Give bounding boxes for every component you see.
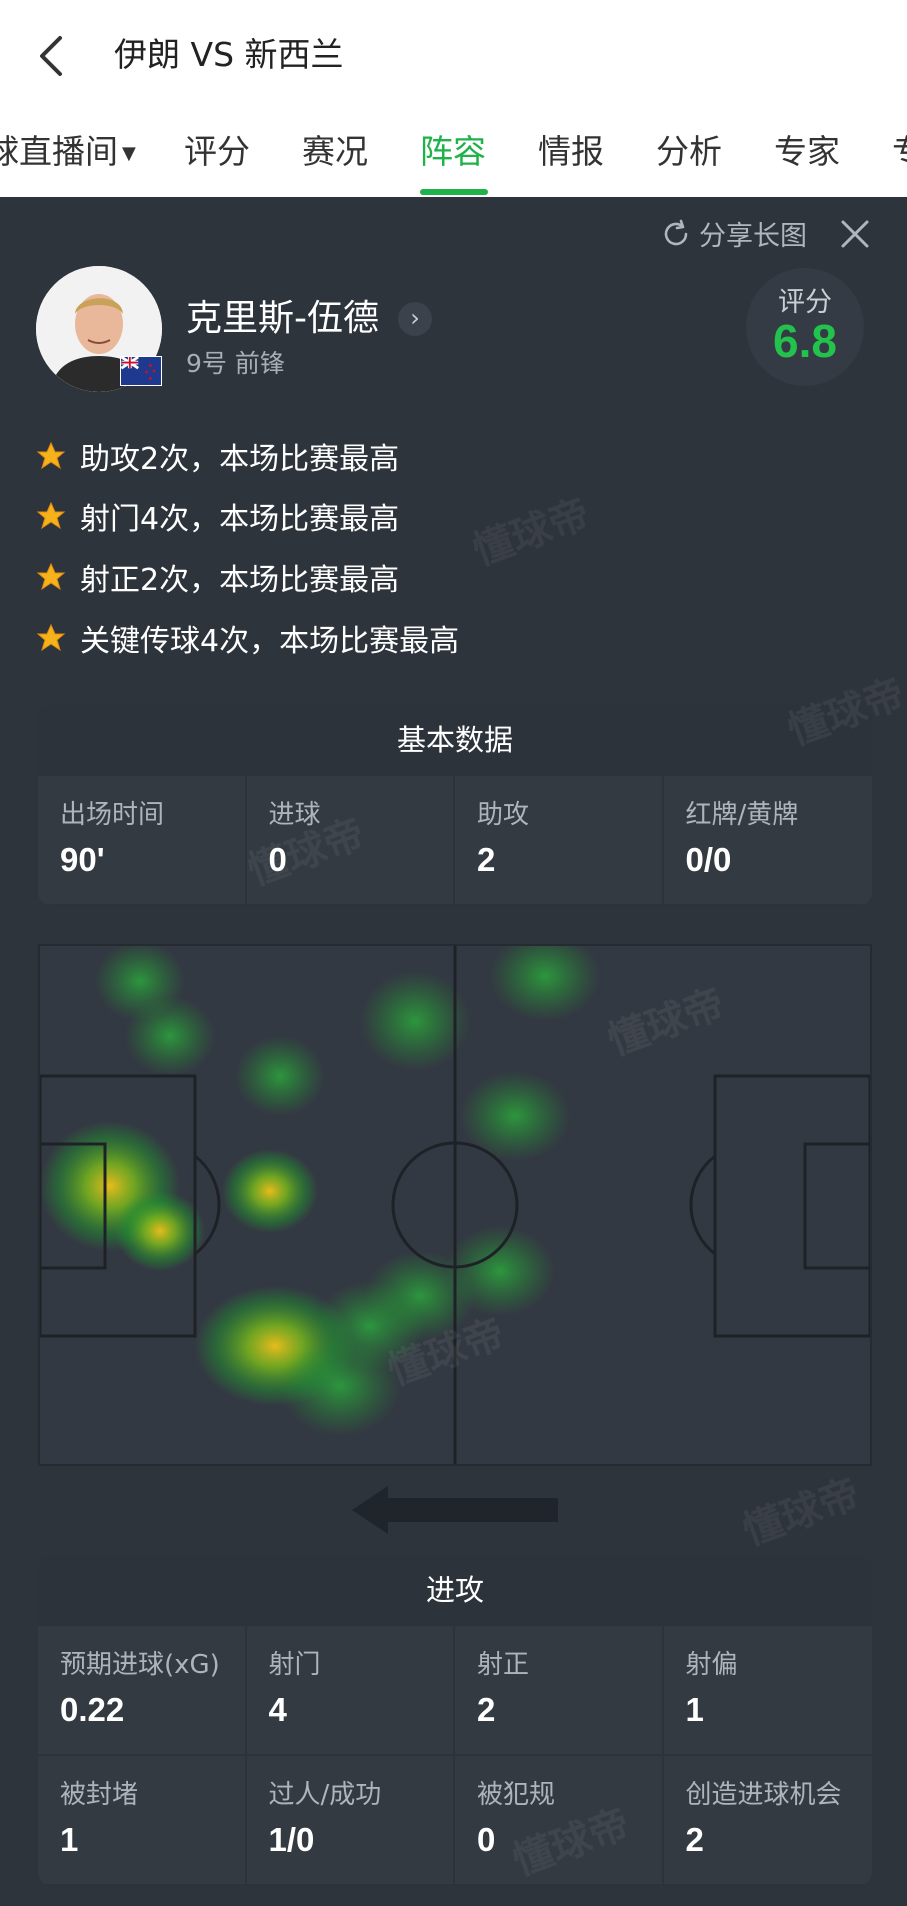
tab-match-status[interactable]: 赛况	[302, 130, 368, 174]
stat-value: 0/0	[685, 841, 732, 878]
active-tab-indicator	[420, 189, 488, 195]
stat-cell: 过人/成功 1/0	[246, 1756, 455, 1886]
attack-stats-card: 进攻 预期进球(xG) 0.22 射门 4 射正 2 射偏 1 被封堵 1 过人/成功 1/…	[38, 1554, 872, 1886]
watermark: 懂球帝	[737, 1470, 866, 1555]
stat-label: 被犯规	[477, 1780, 556, 1810]
highlight-text: 关键传球4次，本场比赛最高	[80, 624, 460, 659]
stat-label: 过人/成功	[268, 1780, 382, 1810]
basic-stats-title: 基本数据	[38, 704, 872, 776]
highlight-text: 射正2次，本场比赛最高	[80, 563, 400, 598]
star-icon	[36, 562, 66, 591]
stat-label: 红牌/黄牌	[685, 800, 799, 830]
stat-label: 出场时间	[60, 800, 165, 830]
stat-cell: 出场时间 90'	[38, 776, 247, 906]
stat-cell: 射正 2	[455, 1626, 664, 1756]
highlight-item: 射门4次，本场比赛最高	[36, 494, 399, 538]
stat-cell: 助攻 2	[455, 776, 664, 906]
tab-live-room[interactable]: 球直播间 ▼	[0, 130, 136, 176]
tab-lineup[interactable]: 阵容	[420, 130, 486, 174]
highlight-text: 射门4次，本场比赛最高	[80, 502, 400, 537]
tab-bar: 球直播间▼ 评分 赛况 阵容 情报 分析 专家 专	[0, 112, 907, 197]
stat-value: 1	[685, 1691, 704, 1728]
player-name[interactable]: 克里斯-伍德	[186, 294, 379, 344]
watermark: 懂球帝	[467, 490, 596, 575]
stat-value: 2	[477, 841, 496, 878]
player-number-position: 9号 前锋	[186, 349, 285, 378]
heatmap-pitch	[38, 944, 872, 1466]
highlight-text: 助攻2次，本场比赛最高	[80, 442, 400, 477]
stat-label: 射偏	[685, 1650, 738, 1680]
stat-label: 创造进球机会	[685, 1780, 842, 1810]
stat-cell: 被封堵 1	[38, 1756, 247, 1886]
tab-intel[interactable]: 情报	[538, 130, 604, 174]
stat-value: 1	[60, 1821, 79, 1858]
stat-value: 0	[477, 1821, 496, 1858]
stat-value: 2	[685, 1821, 704, 1858]
rating-badge: 评分 6.8	[746, 268, 864, 386]
rating-value: 6.8	[773, 315, 837, 367]
stat-label: 助攻	[477, 800, 530, 830]
stat-cell: 被犯规 0	[455, 1756, 664, 1886]
star-icon	[36, 501, 66, 530]
tab-experts[interactable]: 专家	[774, 130, 840, 174]
share-label: 分享长图	[699, 221, 807, 252]
stat-value: 1/0	[268, 1821, 315, 1858]
match-title: 伊朗 VS 新西兰	[114, 35, 344, 74]
stat-label: 预期进球(xG)	[60, 1650, 220, 1680]
attack-direction-arrow-icon	[352, 1484, 558, 1536]
star-icon	[36, 441, 66, 470]
chevron-right-icon[interactable]: ›	[398, 302, 432, 336]
tab-analysis[interactable]: 分析	[656, 130, 722, 174]
star-icon	[36, 623, 66, 652]
share-refresh-icon	[664, 219, 688, 245]
stat-value: 4	[268, 1691, 287, 1728]
close-icon[interactable]	[837, 216, 873, 252]
back-arrow-icon[interactable]	[30, 28, 74, 84]
basic-stats-card: 基本数据 出场时间 90' 进球 0 助攻 2 红牌/黄牌 0/0	[38, 704, 872, 906]
stat-cell: 射门 4	[246, 1626, 455, 1756]
stat-label: 被封堵	[60, 1780, 139, 1810]
stat-label: 进球	[268, 800, 321, 830]
stat-value: 0	[268, 841, 287, 878]
stat-cell: 创造进球机会 2	[663, 1756, 872, 1886]
top-bar: 伊朗 VS 新西兰	[0, 0, 907, 112]
stat-value: 90'	[60, 841, 105, 878]
highlight-item: 射正2次，本场比赛最高	[36, 555, 399, 599]
tab-rating[interactable]: 评分	[184, 130, 250, 174]
stat-label: 射门	[268, 1650, 321, 1680]
tab-more[interactable]: 专	[892, 130, 907, 174]
attack-stats-title: 进攻	[38, 1554, 872, 1626]
stat-cell: 射偏 1	[663, 1626, 872, 1756]
highlight-item: 助攻2次，本场比赛最高	[36, 434, 399, 478]
stat-cell: 红牌/黄牌 0/0	[663, 776, 872, 906]
stat-value: 2	[477, 1691, 496, 1728]
stat-cell: 进球 0	[246, 776, 455, 906]
highlight-item: 关键传球4次，本场比赛最高	[36, 616, 459, 660]
stat-label: 射正	[477, 1650, 530, 1680]
stat-value: 0.22	[60, 1691, 125, 1728]
share-long-image-button[interactable]: 分享长图	[659, 214, 807, 253]
nz-flag-icon	[120, 355, 162, 386]
stat-cell: 预期进球(xG) 0.22	[38, 1626, 247, 1756]
